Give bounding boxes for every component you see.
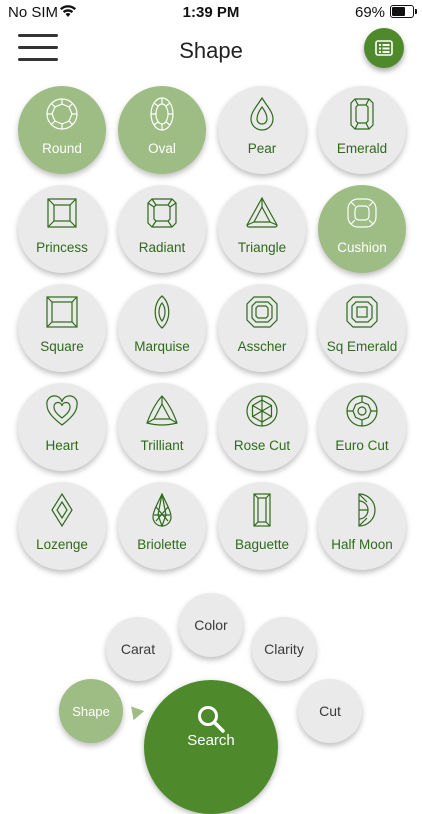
shape-label: Marquise: [134, 339, 190, 354]
shape-trilliant[interactable]: Trilliant: [118, 383, 206, 471]
square-emerald-diamond-icon: [346, 296, 378, 328]
color-filter-label: Color: [194, 617, 228, 633]
half-moon-diamond-icon: [358, 493, 376, 527]
shape-rose-cut[interactable]: Rose Cut: [218, 383, 306, 471]
shape-label: Round: [42, 141, 82, 156]
active-pointer: [125, 701, 145, 721]
shape-square[interactable]: Square: [18, 284, 106, 372]
shape-label: Heart: [45, 438, 79, 453]
shape-oval[interactable]: Oval: [118, 86, 206, 174]
battery-percent: 69%: [355, 4, 386, 21]
trilliant-diamond-icon: [146, 395, 178, 426]
shape-label: Sq Emerald: [326, 339, 398, 354]
shape-triangle[interactable]: Triangle: [218, 185, 306, 273]
shape-label: Baguette: [234, 537, 290, 552]
search-icon: [198, 706, 225, 733]
shape-cushion[interactable]: Cushion: [318, 185, 406, 273]
list-icon: [375, 40, 393, 56]
shape-asscher[interactable]: Asscher: [218, 284, 306, 372]
princess-diamond-icon: [47, 198, 77, 228]
emerald-diamond-icon: [350, 98, 374, 130]
shape-label: Euro Cut: [335, 438, 389, 453]
clarity-filter-label: Clarity: [264, 641, 304, 657]
shape-filter-button[interactable]: Shape: [59, 679, 123, 743]
shape-euro-cut[interactable]: Euro Cut: [318, 383, 406, 471]
lozenge-diamond-icon: [51, 493, 73, 527]
shape-label: Half Moon: [331, 537, 393, 552]
shape-pear[interactable]: Pear: [218, 86, 306, 174]
baguette-diamond-icon: [253, 493, 271, 527]
shape-label: Princess: [36, 240, 88, 255]
shape-label: Square: [40, 339, 84, 354]
shape-heart[interactable]: Heart: [18, 383, 106, 471]
shape-label: Rose Cut: [233, 438, 291, 453]
briolette-diamond-icon: [152, 493, 172, 527]
shape-radiant[interactable]: Radiant: [118, 185, 206, 273]
radiant-diamond-icon: [147, 198, 177, 228]
shape-lozenge[interactable]: Lozenge: [18, 482, 106, 570]
shape-label: Trilliant: [140, 438, 184, 453]
shape-label: Pear: [247, 141, 277, 156]
shape-baguette[interactable]: Baguette: [218, 482, 306, 570]
marquise-diamond-icon: [154, 295, 170, 329]
heart-diamond-icon: [46, 395, 78, 426]
pear-diamond-icon: [250, 97, 274, 131]
status-bar: No SIM 1:39 PM 69%: [0, 0, 422, 26]
shape-marquise[interactable]: Marquise: [118, 284, 206, 372]
shape-princess[interactable]: Princess: [18, 185, 106, 273]
shape-label: Asscher: [237, 339, 287, 354]
rose-cut-diamond-icon: [246, 395, 278, 427]
color-filter-button[interactable]: Color: [179, 593, 243, 657]
oval-diamond-icon: [150, 97, 174, 131]
shape-briolette[interactable]: Briolette: [118, 482, 206, 570]
shape-label: Oval: [148, 141, 176, 156]
shape-label: Emerald: [336, 141, 388, 156]
asscher-diamond-icon: [246, 296, 278, 328]
triangle-diamond-icon: [246, 196, 278, 228]
cut-filter-button[interactable]: Cut: [298, 679, 362, 743]
round-diamond-icon: [46, 98, 78, 130]
list-view-button[interactable]: [364, 28, 404, 68]
battery-icon: [390, 5, 417, 18]
shape-round[interactable]: Round: [18, 86, 106, 174]
search-label: Search: [187, 732, 235, 749]
shape-label: Radiant: [138, 240, 186, 255]
shape-label: Cushion: [337, 240, 387, 255]
carat-filter-label: Carat: [120, 641, 156, 657]
shape-sq-emerald[interactable]: Sq Emerald: [318, 284, 406, 372]
euro-cut-diamond-icon: [346, 395, 378, 427]
square-diamond-icon: [46, 296, 78, 328]
search-button[interactable]: Search: [144, 680, 278, 814]
page-title: Shape: [179, 38, 243, 63]
shape-label: Briolette: [137, 537, 187, 552]
cushion-diamond-icon: [347, 198, 377, 228]
cut-filter-label: Cut: [319, 703, 341, 719]
shape-filter-label: Shape: [72, 704, 110, 719]
clarity-filter-button[interactable]: Clarity: [252, 617, 316, 681]
shape-half-moon[interactable]: Half Moon: [318, 482, 406, 570]
shape-label: Lozenge: [36, 537, 88, 552]
shape-emerald[interactable]: Emerald: [318, 86, 406, 174]
shape-label: Triangle: [237, 240, 287, 255]
carat-filter-button[interactable]: Carat: [106, 617, 170, 681]
